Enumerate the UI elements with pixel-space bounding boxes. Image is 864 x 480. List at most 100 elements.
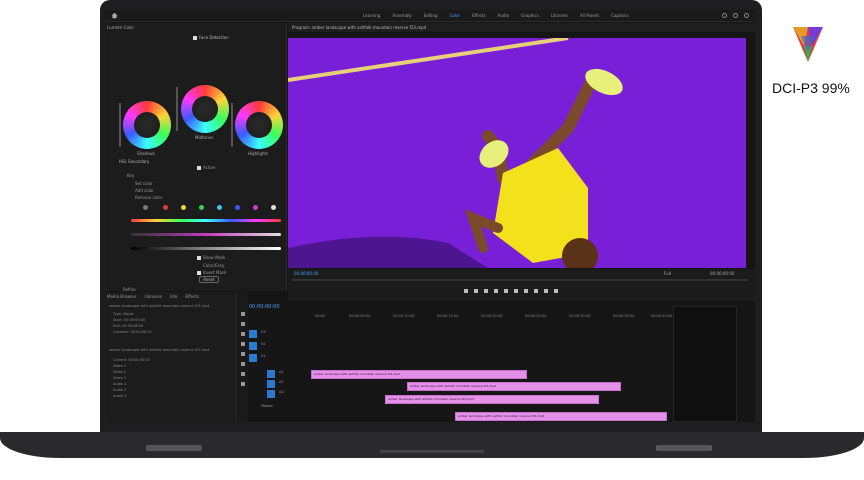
- type-tool-icon[interactable]: [241, 382, 245, 386]
- tab-effects[interactable]: Effects: [466, 10, 492, 22]
- shadows-slider[interactable]: [119, 103, 121, 147]
- lumetri-tab[interactable]: Lumetri Color: [107, 25, 134, 30]
- insert-icon[interactable]: [534, 289, 538, 293]
- tab-effects-panel[interactable]: Effects: [185, 294, 199, 299]
- invert-mask-checkbox[interactable]: Invert Mask: [197, 270, 226, 275]
- tab-all-panels[interactable]: All Panels: [574, 10, 605, 22]
- color-gamut-logo: [793, 27, 823, 62]
- hand-tool-icon[interactable]: [241, 372, 245, 376]
- program-end-timecode: 00:00:00:00: [710, 271, 735, 276]
- tab-media-browser[interactable]: Media Browser: [107, 294, 137, 299]
- color-dot-gray[interactable]: [143, 205, 148, 210]
- color-dot-cyan[interactable]: [217, 205, 222, 210]
- track-header-v3[interactable]: V3: [249, 330, 315, 338]
- step-back-icon[interactable]: [494, 289, 498, 293]
- tab-libraries-panel[interactable]: Libraries: [145, 294, 162, 299]
- fullscreen-icon[interactable]: [744, 13, 749, 18]
- track-target[interactable]: [249, 354, 257, 362]
- home-icon[interactable]: [111, 12, 118, 19]
- color-dot-blue[interactable]: [235, 205, 240, 210]
- hinge-left: [146, 445, 202, 451]
- saturation-range-slider[interactable]: [131, 233, 281, 236]
- razor-tool-icon[interactable]: [241, 342, 245, 346]
- color-dot-white[interactable]: [271, 205, 276, 210]
- track-header-a2[interactable]: A2: [249, 380, 315, 388]
- workspace-tabs: Learning Assembly Editing Color Effects …: [357, 10, 635, 22]
- show-mask-checkbox[interactable]: Show Mask: [197, 255, 225, 260]
- program-video-frame[interactable]: [288, 38, 746, 268]
- tab-assembly[interactable]: Assembly: [386, 10, 417, 22]
- ruler-label: 00:00:35:00: [613, 314, 635, 318]
- color-dot-red[interactable]: [163, 205, 168, 210]
- timeline-clip[interactable]: amber landscape with ashfolk mountain re…: [455, 412, 667, 421]
- face-detection-checkbox[interactable]: Face Detection: [193, 35, 229, 40]
- track-header-v2[interactable]: V2: [249, 342, 315, 350]
- checkbox-icon: [197, 271, 201, 275]
- timeline-panel: 00:00:00:00 00:00 00:00:05:00 00:00:10:0…: [249, 304, 672, 422]
- pen-tool-icon[interactable]: [241, 362, 245, 366]
- overwrite-icon[interactable]: [544, 289, 548, 293]
- active-checkbox[interactable]: Active: [197, 165, 215, 170]
- program-monitor-title[interactable]: Program: amber landscape with ashfolk mo…: [288, 23, 755, 32]
- top-right-icons: [722, 13, 749, 18]
- track-select-tool-icon[interactable]: [241, 322, 245, 326]
- active-label: Active: [203, 165, 216, 170]
- tab-info[interactable]: Info: [170, 294, 178, 299]
- tab-learning[interactable]: Learning: [357, 10, 386, 22]
- timeline-clip[interactable]: amber landscape with ashfolk mountain re…: [311, 370, 527, 379]
- play-icon[interactable]: [504, 289, 508, 293]
- reset-button[interactable]: Reset: [199, 276, 219, 283]
- timeline-ruler[interactable]: 00:00 00:00:05:00 00:00:10:00 00:00:15:0…: [315, 314, 672, 322]
- track-target[interactable]: [267, 370, 275, 378]
- tab-audio[interactable]: Audio: [492, 10, 515, 22]
- seq-meta: Video 2: [113, 370, 127, 374]
- hue-range-slider[interactable]: [131, 219, 281, 222]
- track-target[interactable]: [249, 342, 257, 350]
- program-scrub-bar[interactable]: [292, 279, 748, 281]
- midtones-color-wheel[interactable]: [181, 85, 229, 133]
- luminance-range-slider[interactable]: [131, 247, 281, 250]
- mark-out-icon[interactable]: [474, 289, 478, 293]
- mark-in-icon[interactable]: [464, 289, 468, 293]
- color-dot-magenta[interactable]: [253, 205, 258, 210]
- track-target[interactable]: [249, 330, 257, 338]
- tab-editing[interactable]: Editing: [418, 10, 444, 22]
- checkbox-icon: [193, 36, 197, 40]
- track-header-a1[interactable]: A1: [249, 370, 315, 378]
- color-dot-yellow[interactable]: [181, 205, 186, 210]
- ripple-edit-tool-icon[interactable]: [241, 332, 245, 336]
- highlights-color-wheel[interactable]: [235, 101, 283, 149]
- tab-libraries[interactable]: Libraries: [545, 10, 574, 22]
- go-to-in-icon[interactable]: [484, 289, 488, 293]
- key-label: Key: [127, 173, 135, 178]
- timeline-clip[interactable]: amber landscape with ashfolk mountain re…: [385, 395, 599, 404]
- sequence-name: amber landscape with ashfolk mountain re…: [109, 348, 210, 352]
- ruler-label: 00:00:15:00: [437, 314, 459, 318]
- selection-tool-icon[interactable]: [241, 312, 245, 316]
- timeline-timecode[interactable]: 00:00:00:00: [249, 304, 280, 310]
- track-target[interactable]: [267, 380, 275, 388]
- fit-dropdown[interactable]: Full: [664, 271, 671, 276]
- shadows-label: Shadows: [137, 151, 155, 156]
- tab-graphics[interactable]: Graphics: [515, 10, 545, 22]
- color-gray-dropdown[interactable]: Color/Gray: [203, 263, 224, 268]
- hsl-secondary-header[interactable]: HSL Secondary: [119, 159, 149, 164]
- tab-color[interactable]: Color: [444, 10, 466, 22]
- go-to-out-icon[interactable]: [524, 289, 528, 293]
- highlights-slider[interactable]: [231, 103, 233, 147]
- step-forward-icon[interactable]: [514, 289, 518, 293]
- track-header-master[interactable]: Master: [249, 404, 315, 412]
- export-frame-icon[interactable]: [554, 289, 558, 293]
- track-header-a3[interactable]: A3: [249, 390, 315, 398]
- track-header-v1[interactable]: V1: [249, 354, 315, 362]
- track-target[interactable]: [267, 390, 275, 398]
- midtones-slider[interactable]: [176, 87, 178, 131]
- slip-tool-icon[interactable]: [241, 352, 245, 356]
- search-icon[interactable]: [722, 13, 727, 18]
- shadows-color-wheel[interactable]: [123, 101, 171, 149]
- tab-captions[interactable]: Captions: [605, 10, 635, 22]
- color-dot-green[interactable]: [199, 205, 204, 210]
- timeline-clip[interactable]: amber landscape with ashfolk mountain re…: [407, 382, 621, 391]
- program-timecode[interactable]: 00:00:00:00: [294, 271, 318, 276]
- share-icon[interactable]: [733, 13, 738, 18]
